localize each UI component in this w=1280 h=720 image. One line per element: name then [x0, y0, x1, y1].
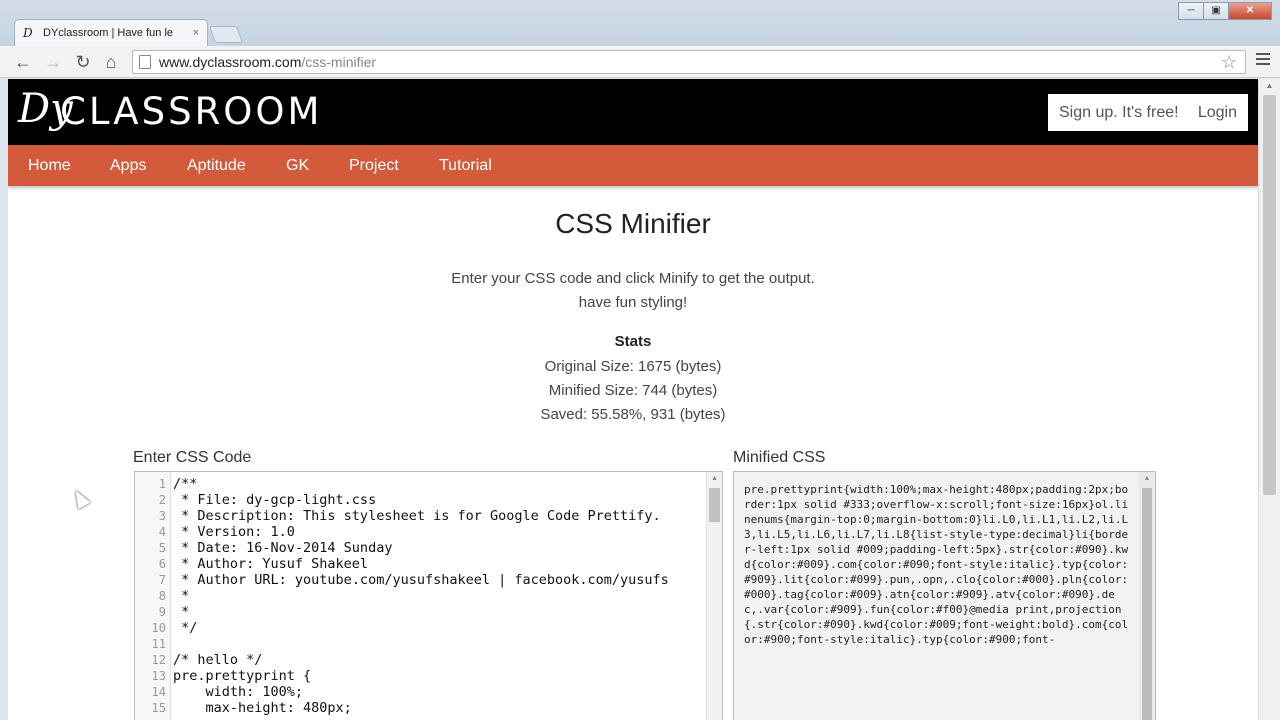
signup-link[interactable]: Sign up. It's free!: [1059, 104, 1179, 122]
output-label: Minified CSS: [733, 449, 826, 466]
site-favicon-icon: D: [23, 26, 33, 40]
back-arrow-icon[interactable]: ←: [12, 51, 34, 73]
new-tab-button[interactable]: [208, 26, 244, 43]
address-bar[interactable]: www.dyclassroom.com/css-minifier ☆: [132, 50, 1246, 74]
page-scroll-thumb[interactable]: [1263, 95, 1276, 495]
browser-toolbar: ← → ↻ ⌂ www.dyclassroom.com/css-minifier…: [0, 46, 1280, 78]
browser-tab[interactable]: D DYclassroom | Have fun le ×: [14, 19, 208, 46]
minified-code[interactable]: pre.prettyprint{width:100%;max-height:48…: [744, 482, 1129, 647]
editor-scrollbar[interactable]: ▲: [706, 472, 722, 720]
tab-close-icon[interactable]: ×: [193, 27, 199, 39]
chrome-menu-icon[interactable]: [1256, 53, 1270, 68]
page-viewport: Dy CLASSROOM Sign up. It's free! Login H…: [8, 79, 1258, 720]
output-scroll-thumb[interactable]: [1142, 488, 1152, 720]
page-icon: [139, 55, 151, 69]
line-number-gutter: 1 2 3 4 5 6 7 8 9 10 11 12 13 14 15: [135, 472, 171, 720]
nav-home[interactable]: Home: [28, 157, 71, 175]
minimize-icon[interactable]: ─: [1178, 2, 1204, 20]
window-close-icon[interactable]: ✕: [1228, 2, 1272, 20]
editor-scroll-thumb[interactable]: [709, 488, 720, 522]
logo-text[interactable]: CLASSROOM: [60, 91, 322, 133]
nav-apps[interactable]: Apps: [110, 157, 146, 175]
home-icon[interactable]: ⌂: [100, 51, 122, 73]
window-controls: ─ ▣ ✕: [1178, 2, 1272, 20]
intro-text: Enter your CSS code and click Minify to …: [8, 267, 1258, 315]
line-numbers: 1 2 3 4 5 6 7 8 9 10 11 12 13 14 15: [151, 477, 166, 715]
site-header: Dy CLASSROOM Sign up. It's free! Login: [8, 79, 1258, 145]
saved-size: Saved: 55.58%, 931 (bytes): [540, 406, 726, 423]
login-link[interactable]: Login: [1198, 104, 1237, 122]
nav-aptitude[interactable]: Aptitude: [187, 157, 246, 175]
intro-line-2: have fun styling!: [578, 294, 688, 311]
page-scrollbar[interactable]: ▲: [1258, 79, 1280, 720]
url-host: www.dyclassroom.com: [159, 54, 302, 70]
minified-output[interactable]: pre.prettyprint{width:100%;max-height:48…: [733, 471, 1156, 720]
code-input[interactable]: /** * File: dy-gcp-light.css * Descripti…: [173, 476, 708, 716]
input-label: Enter CSS Code: [133, 449, 252, 466]
page-title: CSS Minifier: [555, 208, 711, 239]
minified-size: Minified Size: 744 (bytes): [548, 382, 718, 399]
nav-gk[interactable]: GK: [286, 157, 309, 175]
bookmark-star-icon[interactable]: ☆: [1221, 52, 1237, 73]
main-nav: Home Apps Aptitude GK Project Tutorial: [8, 145, 1258, 186]
intro-line-1: Enter your CSS code and click Minify to …: [451, 270, 815, 287]
output-scrollbar[interactable]: ▲: [1139, 472, 1155, 720]
tab-title: DYclassroom | Have fun le: [43, 27, 174, 39]
original-size: Original Size: 1675 (bytes): [544, 358, 722, 375]
nav-tutorial[interactable]: Tutorial: [439, 157, 492, 175]
window-titlebar: D DYclassroom | Have fun le × ─ ▣ ✕: [0, 0, 1280, 46]
output-scroll-up-icon[interactable]: ▲: [1139, 472, 1155, 486]
stats-title: Stats: [614, 333, 652, 350]
stats-block: Original Size: 1675 (bytes) Minified Siz…: [8, 355, 1258, 427]
auth-box: Sign up. It's free! Login: [1048, 94, 1248, 131]
url-path: /css-minifier: [301, 54, 377, 70]
scroll-up-icon[interactable]: ▲: [707, 472, 722, 486]
css-code-editor[interactable]: 1 2 3 4 5 6 7 8 9 10 11 12 13 14 15 /** …: [134, 471, 723, 720]
reload-icon[interactable]: ↻: [72, 51, 94, 73]
page-scroll-up-icon[interactable]: ▲: [1259, 79, 1280, 93]
maximize-icon[interactable]: ▣: [1203, 2, 1229, 20]
forward-arrow-icon[interactable]: →: [42, 51, 64, 73]
nav-project[interactable]: Project: [349, 157, 399, 175]
